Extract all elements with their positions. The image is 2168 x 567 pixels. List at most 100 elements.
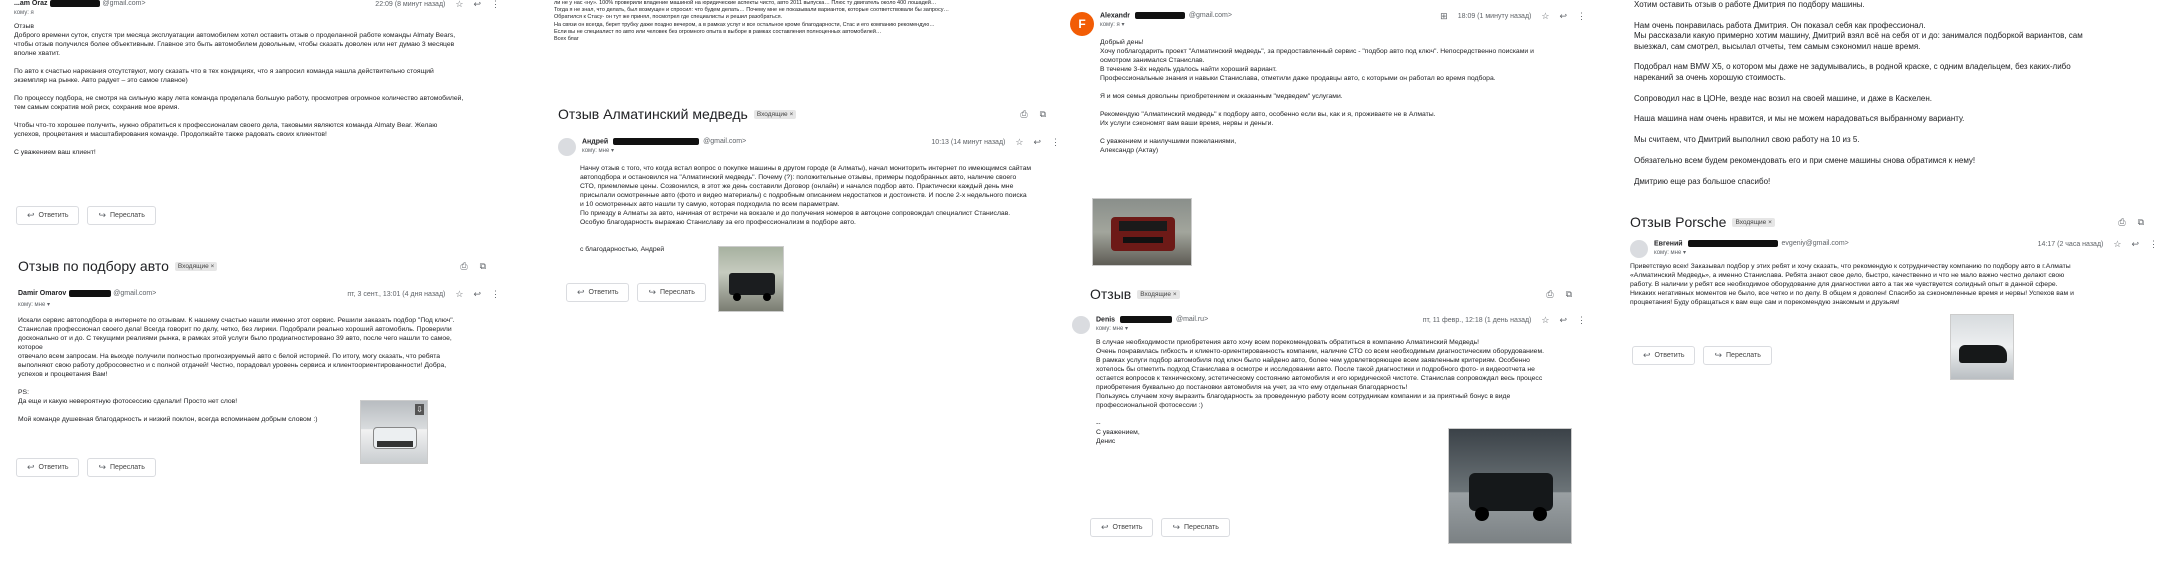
message-time: 22:09 (8 минут назад) [375,1,446,8]
email-thread-2: Отзыв Входящие × ⎙ ⧉ [1090,286,1586,302]
star-icon[interactable]: ☆ [1541,12,1549,21]
star-icon[interactable]: ☆ [2113,240,2121,249]
star-icon[interactable]: ☆ [455,290,463,299]
recipient-line: кому: я ▾ [1100,22,1125,29]
avatar [558,138,576,156]
column-1: ...am Oraz @gmail.com> 22:09 (8 минут на… [0,0,510,567]
print-icon[interactable]: ⎙ [1546,289,1553,299]
recipient-line: кому: я [14,10,34,16]
message-actions: ↩ Ответить ↪ Переслать [566,283,706,302]
forward-icon: ↪ [648,287,657,297]
redacted-email [69,290,112,297]
reply-icon[interactable]: ↩ [473,290,481,299]
reply-icon: ↩ [1101,522,1109,532]
reply-icon: ↩ [27,210,35,220]
star-icon[interactable]: ☆ [455,0,463,9]
open-new-window-icon[interactable]: ⧉ [480,261,486,271]
message-time: пт, 11 февр., 12:18 (1 день назад) [1422,317,1532,324]
avatar: F [1070,12,1094,36]
attached-photo-black-suv[interactable] [718,246,784,312]
message-time: 14:17 (2 часа назад) [2037,241,2104,248]
reply-button[interactable]: ↩ Ответить [16,458,80,477]
forward-button[interactable]: ↪ Переслать [87,458,156,477]
reply-icon[interactable]: ↩ [1559,12,1567,21]
sender-name: Евгений [1654,240,1683,248]
inbox-badge[interactable]: Входящие × [753,109,797,119]
email-message-top: ...am Oraz @gmail.com> 22:09 (8 минут на… [14,0,500,157]
recipient-line: кому: мне ▾ [18,302,51,308]
email-body-tail: ли не у нас «ну». 100% проверили владени… [554,0,1064,70]
forward-icon: ↪ [98,462,107,472]
avatar [1630,240,1648,258]
column-gap [510,0,550,567]
forward-button[interactable]: ↪ Переслать [87,206,156,225]
star-icon[interactable]: ☆ [1015,138,1023,147]
message-time: 18:09 (1 минуту назад) [1457,13,1532,20]
more-icon[interactable]: ⋮ [1577,316,1586,325]
forward-button[interactable]: ↪ Переслать [1703,346,1772,365]
open-new-window-icon[interactable]: ⧉ [1040,109,1046,119]
email-subject: Отзыв Алматинский медведь Входящие × ⎙ ⧉ [558,106,1060,122]
reply-icon[interactable]: ↩ [473,0,481,9]
attached-photo-white-suv[interactable]: ⇩ [360,400,428,464]
email-body: Приветствую всех! Заказывал подбор у эти… [1630,263,2074,306]
inbox-badge[interactable]: Входящие × [1137,289,1180,299]
more-icon[interactable]: ⋮ [1051,138,1060,147]
message-time: пт, 3 сент., 13:01 (4 дня назад) [347,291,446,298]
reply-icon: ↩ [27,462,35,472]
recipient-line: кому: мне ▾ [1654,250,1687,257]
forward-icon: ↪ [1172,522,1181,532]
more-icon[interactable]: ⋮ [491,0,500,9]
more-icon[interactable]: ⋮ [2149,240,2158,249]
sender-name: Alexandr [1100,12,1130,20]
inbox-badge[interactable]: Входящие × [1732,217,1775,227]
open-new-window-icon[interactable]: ⧉ [2138,217,2144,227]
column-4: Хотим оставить отзыв о работе Дмитрия по… [1620,0,2168,567]
email-message-top: F Alexandr @gmail.com> кому: я ▾ ⊞ 18:09… [1070,12,1586,155]
attached-photo-porsche[interactable] [1950,314,2014,380]
more-icon[interactable]: ⋮ [491,290,500,299]
column-2: ли не у нас «ну». 100% проверили владени… [550,0,1070,567]
sender-email: @gmail.com> [1188,12,1232,20]
review-collage: ...am Oraz @gmail.com> 22:09 (8 минут на… [0,0,2168,567]
forward-button[interactable]: ↪ Переслать [637,283,706,302]
star-icon[interactable]: ☆ [1541,316,1549,325]
reply-icon[interactable]: ↩ [2131,240,2139,249]
more-icon[interactable]: ⋮ [1577,12,1586,21]
email-thread: Отзыв Алматинский медведь Входящие × ⎙ ⧉… [558,106,1060,254]
redacted-email [1134,12,1185,19]
reply-button[interactable]: ↩ Ответить [16,206,80,225]
print-icon[interactable]: ⎙ [1020,109,1027,119]
reply-button[interactable]: ↩ Ответить [1632,346,1696,365]
sender-name: Damir Omarov [18,290,67,297]
attached-photo-dark-suv[interactable] [1448,428,1572,544]
column-3: F Alexandr @gmail.com> кому: я ▾ ⊞ 18:09… [1060,0,1600,567]
subject-text: Отзыв [1090,286,1132,302]
forward-icon: ↪ [98,210,107,220]
email-body: Добрый день! Хочу поблагодарить проект "… [1100,39,1534,154]
open-new-window-icon[interactable]: ⧉ [1566,289,1572,299]
recipient-line: кому: мне ▾ [582,148,615,155]
attachment-icon[interactable]: ⊞ [1440,12,1448,21]
subject-text: Отзыв Алматинский медведь [558,106,748,122]
reply-icon[interactable]: ↩ [1559,316,1567,325]
inbox-badge[interactable]: Входящие × [174,261,218,271]
reply-button[interactable]: ↩ Ответить [1090,518,1154,537]
reply-icon[interactable]: ↩ [1033,138,1041,147]
forward-icon: ↪ [1714,350,1723,360]
attached-photo-red-suv[interactable] [1092,198,1192,266]
redacted-email [50,0,101,7]
email-body: Отзыв Доброго времени суток, спустя три … [14,23,464,156]
print-icon[interactable]: ⎙ [460,261,467,271]
sender-email: @gmail.com> [102,0,146,7]
sender-email: @mail.ru> [1175,316,1209,324]
subject-text: Отзыв Porsche [1630,214,1727,230]
email-body: Хотим оставить отзыв о работе Дмитрия по… [1634,0,2083,186]
subject-text: Отзыв по подбору авто [18,258,169,274]
redacted-email [1120,316,1173,323]
redacted-email [613,138,700,145]
print-icon[interactable]: ⎙ [2118,217,2125,227]
reply-button[interactable]: ↩ Ответить [566,283,630,302]
forward-button[interactable]: ↪ Переслать [1161,518,1230,537]
download-icon[interactable]: ⇩ [415,404,424,415]
